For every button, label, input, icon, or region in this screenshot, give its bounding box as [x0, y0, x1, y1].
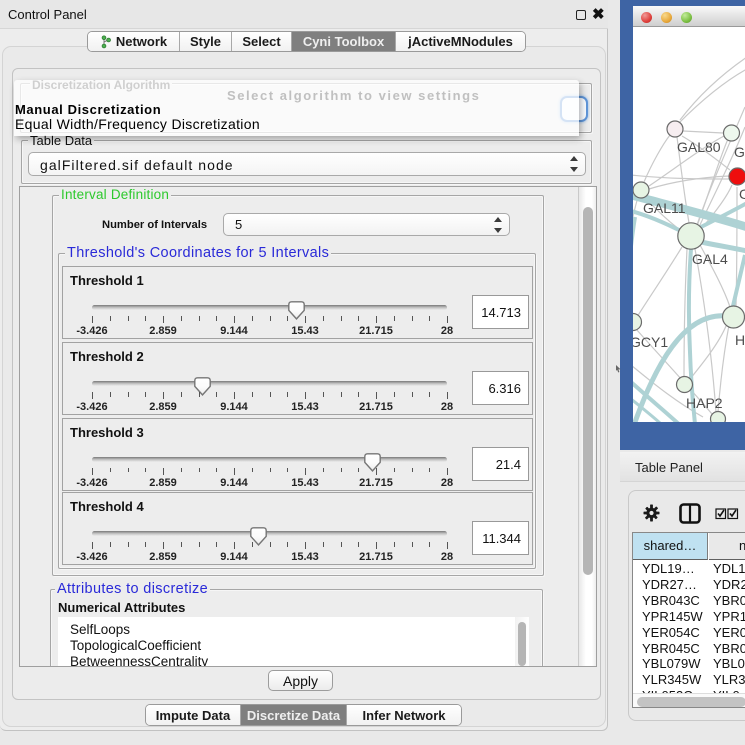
- svg-text:GCY1: GCY1: [633, 334, 668, 350]
- svg-text:GAL11: GAL11: [643, 200, 686, 216]
- svg-text:GAL4: GAL4: [692, 251, 728, 267]
- svg-text:GA: GA: [734, 144, 745, 160]
- svg-text:CY: CY: [739, 186, 745, 202]
- svg-text:HAP2: HAP2: [686, 395, 723, 411]
- svg-text:GAL80: GAL80: [677, 139, 721, 155]
- svg-text:H: H: [735, 332, 745, 348]
